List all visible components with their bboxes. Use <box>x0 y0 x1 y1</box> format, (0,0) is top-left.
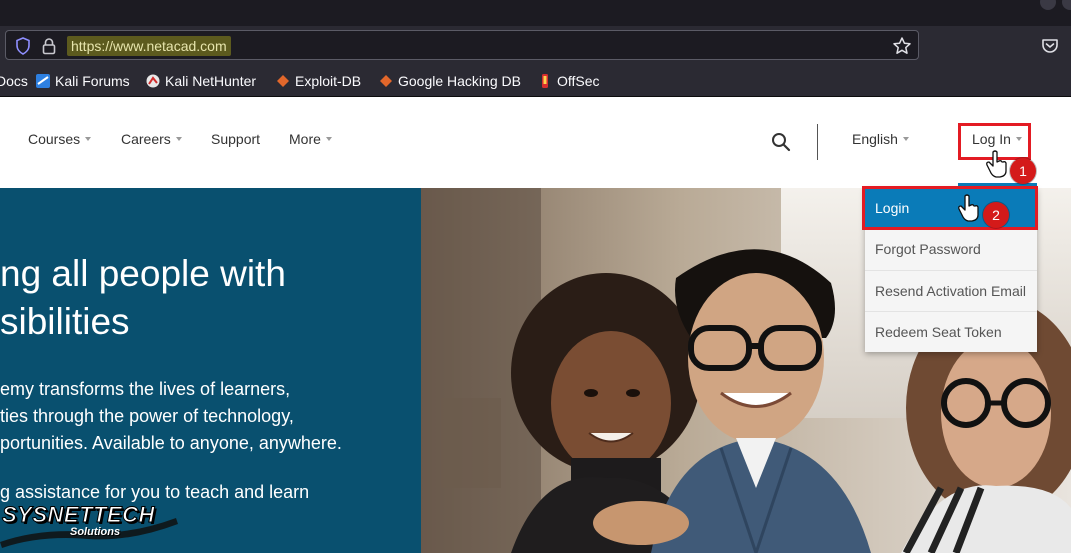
pocket-icon[interactable] <box>1040 36 1060 56</box>
bookmark-label: OffSec <box>557 73 600 89</box>
lock-icon[interactable] <box>42 37 56 55</box>
watermark-brand: SYSNETTECH <box>2 502 155 528</box>
address-bar[interactable]: https://www.netacad.com <box>5 30 919 60</box>
nav-label: Courses <box>28 131 81 147</box>
chevron-down-icon <box>325 137 332 141</box>
search-icon[interactable] <box>771 132 791 152</box>
chevron-down-icon <box>175 137 182 141</box>
menu-item-forgot-password[interactable]: Forgot Password <box>865 229 1037 270</box>
bookmark-google-hacking-db[interactable]: Google Hacking DB <box>379 72 521 90</box>
nav-more[interactable]: More <box>289 131 332 147</box>
nav-support[interactable]: Support <box>211 131 260 147</box>
step-badge-2: 2 <box>983 202 1009 228</box>
bookmark-label: Google Hacking DB <box>398 73 521 89</box>
browser-tab-strip <box>0 0 1071 26</box>
nav-careers[interactable]: Careers <box>121 131 182 147</box>
language-label: English <box>852 131 898 147</box>
watermark-sub: Solutions <box>70 526 121 538</box>
ghdb-icon <box>380 75 392 87</box>
language-selector[interactable]: English <box>852 131 909 147</box>
hero-panel: ng all people with sibilities emy transf… <box>0 188 421 553</box>
bookmarks-toolbar: Docs Kali Forums Kali NetHunter Exploit-… <box>0 66 1071 97</box>
hand-cursor-icon <box>958 194 979 222</box>
bookmark-kali-nethunter[interactable]: Kali NetHunter <box>146 72 256 90</box>
hero-description: emy transforms the lives of learners, ti… <box>0 379 342 453</box>
hand-cursor-icon <box>986 150 1007 178</box>
nav-label: More <box>289 131 321 147</box>
site-header: Courses Careers Support More English Log… <box>0 97 1071 188</box>
bookmark-kali-forums[interactable]: Kali Forums <box>36 72 130 90</box>
url-text[interactable]: https://www.netacad.com <box>67 36 231 56</box>
bookmark-label: Kali Forums <box>55 73 130 89</box>
menu-item-resend-activation[interactable]: Resend Activation Email <box>865 270 1037 311</box>
chevron-down-icon <box>902 137 909 141</box>
watermark-logo: SYSNETTECH Solutions <box>0 502 180 550</box>
hero-title: ng all people with sibilities <box>0 253 286 342</box>
window-control[interactable] <box>1062 0 1071 10</box>
nav-label: Careers <box>121 131 171 147</box>
nav-label: Support <box>211 131 261 147</box>
kali-forums-icon <box>36 74 50 88</box>
bookmark-docs[interactable]: Docs <box>0 72 28 90</box>
annotation-highlight-menu-login <box>862 186 1038 230</box>
menu-item-redeem-seat-token[interactable]: Redeem Seat Token <box>865 311 1037 352</box>
bookmark-exploit-db[interactable]: Exploit-DB <box>276 72 361 90</box>
bookmark-star-icon[interactable] <box>892 36 912 56</box>
chevron-down-icon <box>85 137 92 141</box>
shield-icon[interactable] <box>15 37 31 55</box>
exploit-db-icon <box>277 75 289 87</box>
bookmark-offsec[interactable]: OffSec <box>538 72 600 90</box>
step-badge-1: 1 <box>1010 158 1036 184</box>
bookmark-label: Docs <box>0 73 28 89</box>
nav-courses[interactable]: Courses <box>28 131 92 147</box>
offsec-icon <box>542 74 548 88</box>
bookmark-label: Exploit-DB <box>295 73 362 89</box>
bookmark-label: Kali NetHunter <box>165 73 257 89</box>
kali-nethunter-icon <box>146 74 160 88</box>
window-control[interactable] <box>1040 0 1056 10</box>
header-divider <box>817 124 818 160</box>
